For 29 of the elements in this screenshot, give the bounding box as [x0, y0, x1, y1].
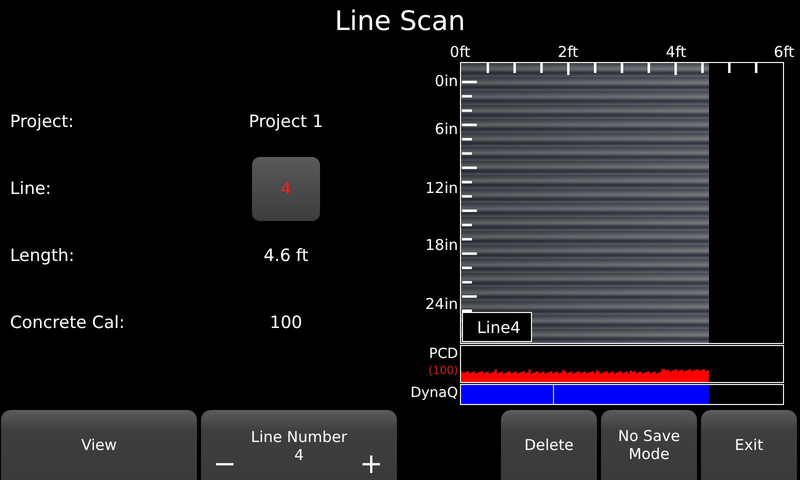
softkey-button[interactable]: View [1, 410, 197, 480]
field-label: Project: [9, 112, 75, 132]
minus-button[interactable]: − [209, 450, 240, 478]
x-axis-label: 6ft [774, 42, 794, 62]
pcd-value: (100) [428, 363, 458, 379]
y-axis-label: 24in [425, 295, 458, 313]
softkey-button[interactable]: Delete [501, 410, 597, 480]
field-value: 4.6 ft [264, 246, 308, 266]
y-axis-label: 6in [434, 120, 458, 138]
plus-button[interactable]: + [356, 450, 387, 478]
stepper-label: Line Number [250, 428, 348, 446]
dynaq-label: DynaQ [410, 384, 458, 402]
x-axis-label: 2ft [558, 42, 578, 62]
field-label: Concrete Cal: [9, 312, 126, 332]
x-axis-label: 4ft [666, 42, 686, 62]
stepper-value: 4 [294, 446, 304, 464]
line-label: Line4 [462, 312, 532, 342]
x-axis-label: 0ft [450, 42, 470, 62]
field-value: Project 1 [248, 112, 324, 132]
softkey-button[interactable]: Exit [701, 410, 797, 480]
field-label: Line: [9, 178, 52, 198]
field-label: Length: [9, 246, 76, 266]
field-value: 100 [270, 312, 302, 332]
y-axis-label: 12in [425, 179, 458, 197]
screen-title: Line Scan [334, 5, 466, 39]
softkey-button[interactable]: No Save Mode [601, 410, 697, 480]
y-axis-label: 0in [434, 72, 458, 90]
y-axis-label: 18in [425, 236, 458, 254]
pcd-label: PCD [429, 345, 458, 363]
